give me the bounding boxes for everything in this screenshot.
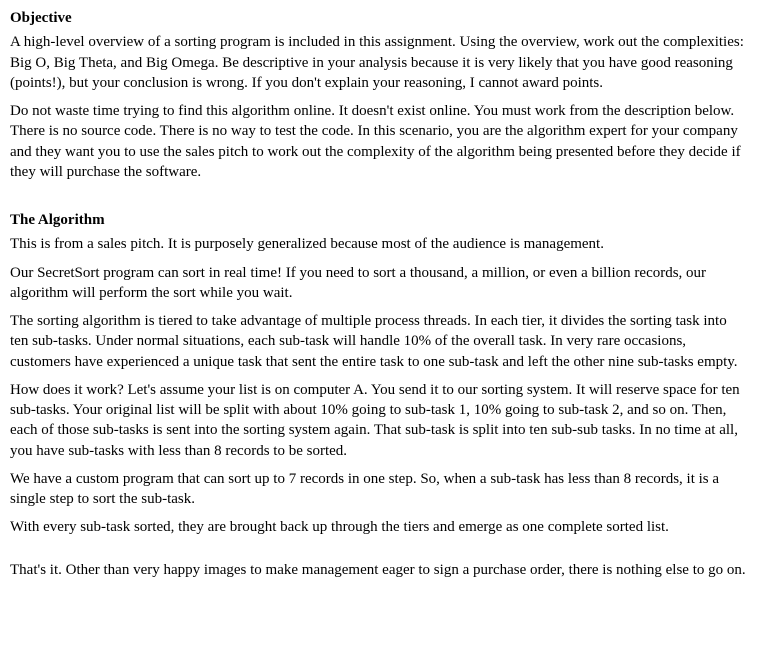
objective-paragraph-2: Do not waste time trying to find this al… xyxy=(10,101,747,182)
algorithm-paragraph-1: This is from a sales pitch. It is purpos… xyxy=(10,234,747,254)
algorithm-paragraph-5: We have a custom program that can sort u… xyxy=(10,469,747,510)
algorithm-paragraph-3: The sorting algorithm is tiered to take … xyxy=(10,311,747,372)
algorithm-paragraph-2: Our SecretSort program can sort in real … xyxy=(10,263,747,304)
algorithm-paragraph-6: With every sub-task sorted, they are bro… xyxy=(10,517,747,537)
closing-paragraph: That's it. Other than very happy images … xyxy=(10,560,747,580)
algorithm-heading: The Algorithm xyxy=(10,210,747,230)
algorithm-paragraph-4: How does it work? Let's assume your list… xyxy=(10,380,747,461)
objective-heading: Objective xyxy=(10,8,747,28)
objective-paragraph-1: A high-level overview of a sorting progr… xyxy=(10,32,747,93)
